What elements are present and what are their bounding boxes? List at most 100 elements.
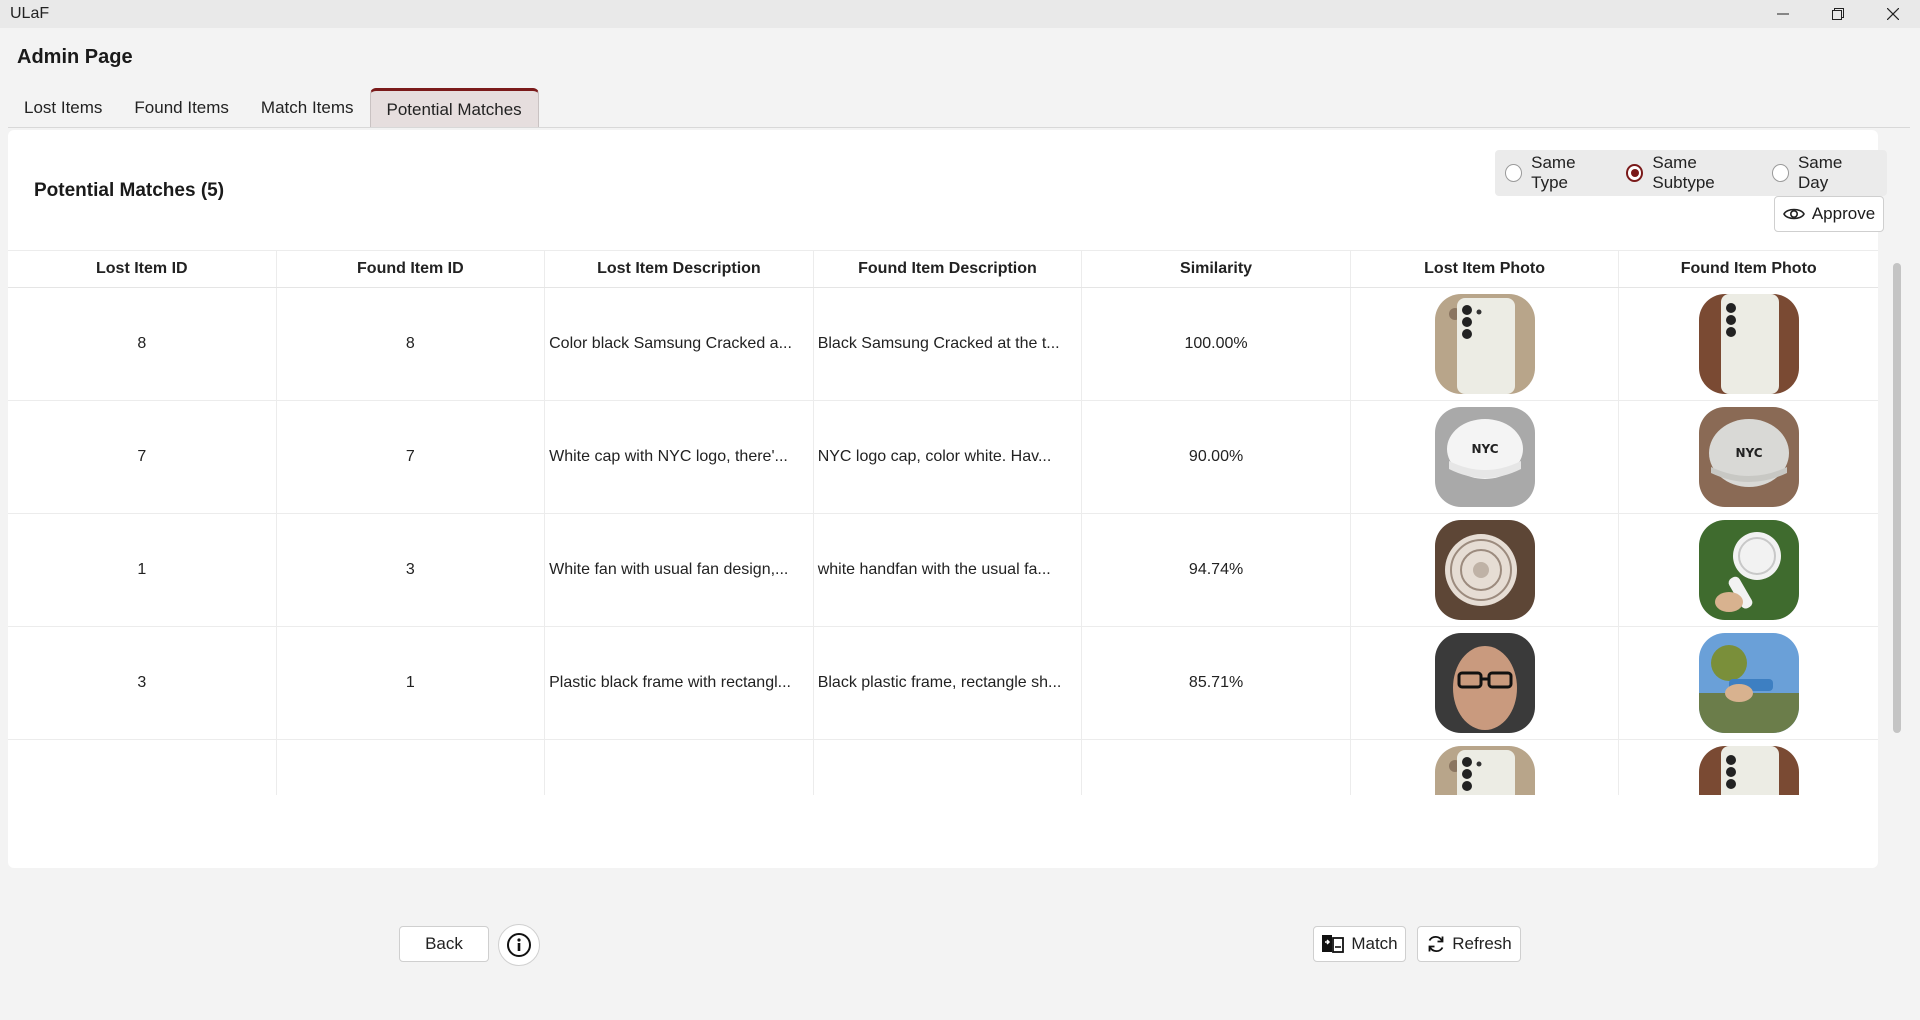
lost-item-photo-cell: NYC <box>1351 401 1620 513</box>
header-found-item-id[interactable]: Found Item ID <box>277 251 546 287</box>
filter-label: Same Subtype <box>1652 153 1715 192</box>
lost-item-description-cell <box>545 740 814 795</box>
found-item-description-cell: Black Samsung Cracked at the t... <box>814 288 1083 400</box>
minimize-button[interactable] <box>1755 0 1810 28</box>
found-item-id-cell: 1 <box>277 627 546 739</box>
match-label: Match <box>1351 934 1398 953</box>
match-filter-group: Same Type Same Subtype Same Day <box>1495 150 1887 196</box>
app-title: ULaF <box>10 5 50 22</box>
svg-text:NYC: NYC <box>1471 442 1498 456</box>
table-row[interactable]: 3 1 Plastic black frame with rectangl... Bl… <box>8 627 1878 740</box>
tab-potential-matches[interactable]: Potential Matches <box>369 88 539 128</box>
filter-same-day[interactable]: Same Day <box>1771 153 1873 193</box>
filter-same-type[interactable]: Same Type <box>1505 153 1612 193</box>
similarity-cell: 94.74% <box>1082 514 1351 626</box>
fan-photo[interactable] <box>1698 520 1799 620</box>
similarity-cell: 90.00% <box>1082 401 1351 513</box>
header-similarity[interactable]: Similarity <box>1082 251 1351 287</box>
header-lost-item-photo[interactable]: Lost Item Photo <box>1351 251 1620 287</box>
section-title: Potential Matches (5) <box>34 180 225 201</box>
tab-lost-items[interactable]: Lost Items <box>8 88 118 128</box>
table-row[interactable] <box>8 740 1878 795</box>
found-item-id-cell: 8 <box>277 288 546 400</box>
header-lost-item-description[interactable]: Lost Item Description <box>545 251 814 287</box>
phone-photo[interactable] <box>1434 746 1535 795</box>
similarity-cell: 85.71% <box>1082 627 1351 739</box>
refresh-icon <box>1428 935 1444 953</box>
tab-match-items[interactable]: Match Items <box>245 88 370 128</box>
approve-label: Approve <box>1811 204 1876 223</box>
match-button[interactable]: Match <box>1313 926 1406 962</box>
tab-found-items[interactable]: Found Items <box>118 88 245 128</box>
lost-item-photo-cell <box>1351 627 1620 739</box>
back-button[interactable]: Back <box>399 926 489 962</box>
header-lost-item-id[interactable]: Lost Item ID <box>8 251 277 287</box>
window-controls <box>1755 0 1920 28</box>
found-item-id-cell: 7 <box>277 401 546 513</box>
filter-label: Same Type <box>1531 153 1576 192</box>
table-header: Lost Item ID Found Item ID Lost Item Des… <box>8 250 1878 288</box>
lost-item-description-cell: White cap with NYC logo, there'... <box>545 401 814 513</box>
lost-item-description-cell: White fan with usual fan design,... <box>545 514 814 626</box>
found-item-description-cell: white handfan with the usual fa... <box>814 514 1083 626</box>
found-item-photo-cell <box>1619 627 1878 739</box>
lost-item-description-cell: Color black Samsung Cracked a... <box>545 288 814 400</box>
filter-label: Same Day <box>1797 153 1843 192</box>
tab-divider <box>8 127 1910 128</box>
cap-photo[interactable]: NYC <box>1698 407 1799 507</box>
page-title: Admin Page <box>17 46 133 68</box>
found-item-photo-cell: NYC <box>1619 401 1878 513</box>
cap-photo[interactable]: NYC <box>1434 407 1535 507</box>
filter-same-subtype[interactable]: Same Subtype <box>1626 153 1758 193</box>
header-found-item-description[interactable]: Found Item Description <box>814 251 1083 287</box>
lost-item-photo-cell <box>1351 288 1620 400</box>
lost-item-id-cell: 1 <box>8 514 277 626</box>
table-row[interactable]: 8 8 Color black Samsung Cracked a... Black … <box>8 288 1878 401</box>
glasses-photo[interactable] <box>1434 633 1535 733</box>
found-item-description-cell <box>814 740 1083 795</box>
refresh-label: Refresh <box>1452 934 1512 953</box>
minimize-icon <box>1776 13 1789 15</box>
table-body: 8 8 Color black Samsung Cracked a... Black … <box>8 288 1878 795</box>
radio-same-subtype[interactable] <box>1626 164 1644 182</box>
similarity-cell: 100.00% <box>1082 288 1351 400</box>
table-row[interactable]: 7 7 White cap with NYC logo, there'... NYC … <box>8 401 1878 514</box>
radio-same-type[interactable] <box>1505 164 1523 182</box>
glasses-photo[interactable] <box>1698 633 1799 733</box>
close-icon <box>1886 8 1899 20</box>
found-item-description-cell: NYC logo cap, color white. Hav... <box>814 401 1083 513</box>
matches-table: Lost Item ID Found Item ID Lost Item Des… <box>8 250 1878 795</box>
found-item-photo-cell <box>1619 740 1878 795</box>
table-row[interactable]: 1 3 White fan with usual fan design,... whi… <box>8 514 1878 627</box>
lost-item-id-cell <box>8 740 277 795</box>
info-button[interactable] <box>498 924 540 966</box>
lost-item-id-cell: 7 <box>8 401 277 513</box>
phone-photo[interactable] <box>1698 746 1799 795</box>
found-item-photo-cell <box>1619 288 1878 400</box>
found-item-description-cell: Black plastic frame, rectangle sh... <box>814 627 1083 739</box>
approve-button[interactable]: Approve <box>1774 196 1884 232</box>
phone-photo[interactable] <box>1434 294 1535 394</box>
lost-item-id-cell: 3 <box>8 627 277 739</box>
svg-text:NYC: NYC <box>1735 446 1762 460</box>
found-item-id-cell: 3 <box>277 514 546 626</box>
restore-icon <box>1831 8 1844 20</box>
table-scrollbar[interactable] <box>1893 263 1901 733</box>
found-item-photo-cell <box>1619 514 1878 626</box>
lost-item-id-cell: 8 <box>8 288 277 400</box>
phone-photo[interactable] <box>1698 294 1799 394</box>
close-button[interactable] <box>1865 0 1920 28</box>
match-icon <box>1322 935 1345 953</box>
restore-button[interactable] <box>1810 0 1865 28</box>
lost-item-photo-cell <box>1351 514 1620 626</box>
header-found-item-photo[interactable]: Found Item Photo <box>1619 251 1878 287</box>
title-bar: ULaF <box>0 0 1920 28</box>
main-panel: Potential Matches (5) Same Type Same Sub… <box>8 130 1887 868</box>
radio-same-day[interactable] <box>1771 164 1789 182</box>
info-icon <box>507 933 531 957</box>
fan-photo[interactable] <box>1434 520 1535 620</box>
eye-icon <box>1782 208 1805 220</box>
found-item-id-cell <box>277 740 546 795</box>
refresh-button[interactable]: Refresh <box>1417 926 1521 962</box>
lost-item-description-cell: Plastic black frame with rectangl... <box>545 627 814 739</box>
